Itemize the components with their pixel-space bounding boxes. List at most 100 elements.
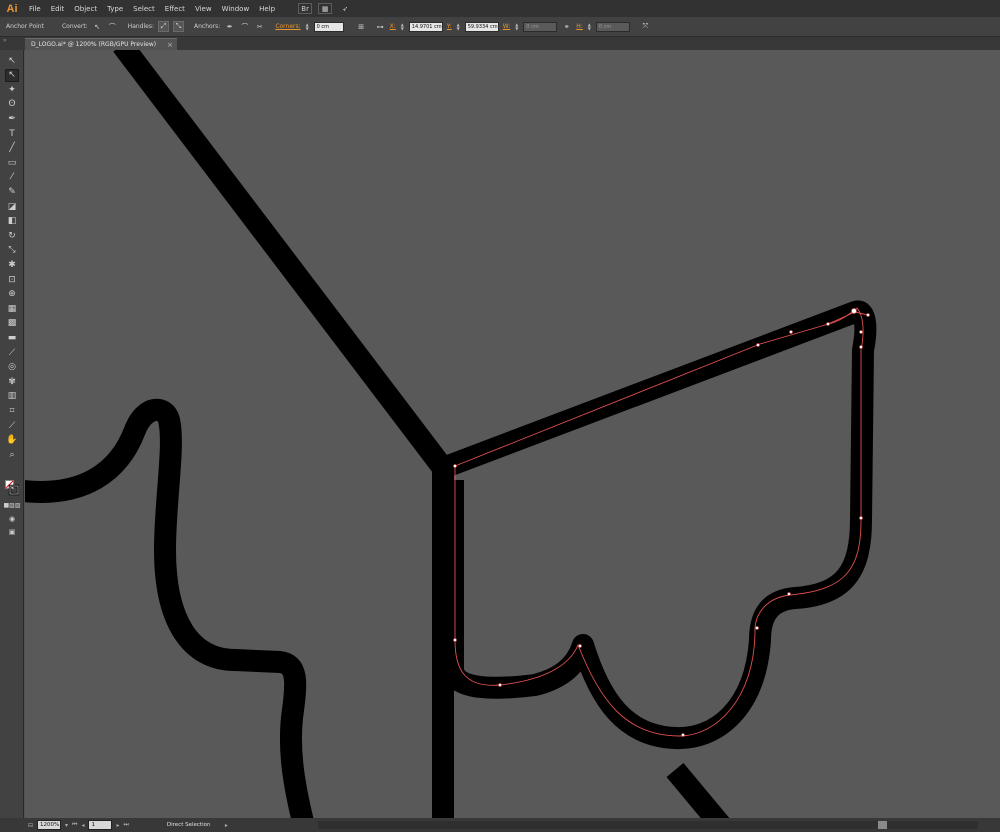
- artboard-tool-icon[interactable]: ⌗: [5, 404, 19, 417]
- x-input[interactable]: 14.9701 cm: [408, 21, 443, 32]
- menu-bar: Ai File Edit Object Type Select Effect V…: [0, 0, 1000, 17]
- artboard-number-field[interactable]: 1: [88, 820, 113, 830]
- menu-view[interactable]: View: [190, 5, 217, 13]
- anchor-point: [755, 626, 759, 630]
- color-mode-icons[interactable]: ■▨▧: [4, 499, 21, 512]
- last-artboard-icon[interactable]: ⏭: [123, 821, 128, 829]
- app-logo: Ai: [6, 2, 18, 15]
- direct-selection-tool-icon[interactable]: ↖: [5, 68, 19, 82]
- document-tab[interactable]: D_LOGO.ai* @ 1200% (RGB/GPU Preview) ×: [25, 38, 177, 50]
- column-graph-tool-icon[interactable]: ▥: [5, 390, 19, 403]
- reference-point-icon[interactable]: ⊞: [356, 21, 367, 32]
- tools-panel: ■▨▧ ◉ ▣ ↖ ↖ ✦ ʘ ✒ T ╱ ▭ ⁄ ✎ ◪ ◧ ↻ ⤡ ✱ ⊡ ⊕ ▦ ▩ ▬ ⟋ ◎ ✾ ▥ ⌗ ⟋ ✋ ⌕: [0, 50, 24, 818]
- gpu-rocket-icon[interactable]: ➶: [338, 3, 352, 14]
- fill-stroke-swatch[interactable]: [5, 478, 19, 498]
- h-label[interactable]: H:: [576, 23, 583, 30]
- anchor-point: [453, 464, 457, 468]
- eyedropper-tool-icon[interactable]: ⟋: [5, 346, 19, 359]
- menu-file[interactable]: File: [24, 5, 46, 13]
- constrain-proportions-icon[interactable]: ⚭: [561, 21, 572, 32]
- pen-tool-icon[interactable]: ✒: [5, 112, 19, 125]
- anchor-point: [859, 330, 863, 334]
- anchor-point: [826, 322, 830, 326]
- selected-path-outline: [454, 307, 864, 737]
- hide-handles-icon[interactable]: ⤡: [173, 21, 185, 32]
- menu-effect[interactable]: Effect: [160, 5, 190, 13]
- pencil-tool-icon[interactable]: ✎: [5, 185, 19, 198]
- arrange-documents-icon[interactable]: ▦: [318, 3, 333, 14]
- artboard-navigator-icon[interactable]: ⊟: [28, 822, 33, 829]
- shape-builder-tool-icon[interactable]: ⊕: [5, 288, 19, 301]
- status-menu-icon[interactable]: ▸: [225, 822, 228, 829]
- convert-to-smooth-icon[interactable]: ⌒: [107, 21, 118, 32]
- free-transform-tool-icon[interactable]: ⊡: [5, 273, 19, 286]
- x-label[interactable]: X:: [390, 23, 396, 30]
- menu-object[interactable]: Object: [69, 5, 102, 13]
- symbol-sprayer-tool-icon[interactable]: ✾: [5, 375, 19, 388]
- y-stepper[interactable]: ▲ ▼: [456, 22, 461, 32]
- h-input[interactable]: 0 cm: [595, 21, 630, 32]
- w-stepper[interactable]: ▲ ▼: [514, 22, 519, 32]
- bridge-icon[interactable]: Br: [298, 3, 313, 14]
- warp-tool-icon[interactable]: ✱: [5, 258, 19, 271]
- type-tool-icon[interactable]: T: [5, 127, 19, 140]
- blob-brush-tool-icon[interactable]: ◪: [5, 200, 19, 213]
- selection-tool-icon[interactable]: ↖: [5, 54, 19, 67]
- anchor-point: [681, 733, 685, 737]
- tool-name-label: Anchor Point: [6, 23, 44, 30]
- first-artboard-icon[interactable]: ⏮: [72, 821, 77, 829]
- perspective-grid-tool-icon[interactable]: ▦: [5, 302, 19, 315]
- line-tool-icon[interactable]: ╱: [5, 142, 19, 155]
- menu-window[interactable]: Window: [217, 5, 255, 13]
- anchor-point: [578, 644, 582, 648]
- mesh-tool-icon[interactable]: ▩: [5, 317, 19, 330]
- y-label[interactable]: Y:: [447, 23, 452, 30]
- control-bar: Anchor Point Convert: ↖ ⌒ Handles: ⤢ ⤡ A…: [0, 17, 1000, 37]
- gradient-tool-icon[interactable]: ▬: [5, 331, 19, 344]
- prev-artboard-icon[interactable]: ◂: [81, 822, 84, 829]
- scale-tool-icon[interactable]: ⤡: [5, 244, 19, 257]
- w-input[interactable]: 0 cm: [523, 21, 558, 32]
- remove-anchor-icon[interactable]: ✒: [224, 21, 235, 32]
- hand-tool-icon[interactable]: ✋: [5, 434, 19, 447]
- align-to-icon[interactable]: ⊶: [375, 21, 386, 32]
- zoom-field[interactable]: 1200%: [37, 820, 62, 830]
- corners-label[interactable]: Corners:: [275, 23, 300, 30]
- y-input[interactable]: 59.9334 cm: [464, 21, 499, 32]
- screen-mode-icon[interactable]: ▣: [5, 525, 19, 538]
- menu-edit[interactable]: Edit: [46, 5, 70, 13]
- show-handles-icon[interactable]: ⤢: [158, 21, 170, 32]
- paintbrush-tool-icon[interactable]: ⁄: [5, 171, 19, 184]
- magic-wand-tool-icon[interactable]: ✦: [5, 83, 19, 96]
- close-icon[interactable]: ×: [167, 41, 177, 49]
- x-stepper[interactable]: ▲ ▼: [400, 22, 405, 32]
- menu-help[interactable]: Help: [254, 5, 280, 13]
- status-bar: ⊟ 1200% ▾ ⏮ ◂ 1 ▸ ⏭ Direct Selection ▸: [0, 818, 1000, 832]
- rotate-tool-icon[interactable]: ↻: [5, 229, 19, 242]
- handles-label: Handles:: [127, 23, 155, 30]
- artwork-svg: [25, 50, 877, 818]
- slice-tool-icon[interactable]: ⟋: [5, 419, 19, 432]
- corners-stepper[interactable]: ▲ ▼: [305, 22, 310, 32]
- connect-anchors-icon[interactable]: ⌒: [239, 21, 250, 32]
- w-label[interactable]: W:: [503, 23, 511, 30]
- cut-path-icon[interactable]: ✂: [254, 21, 265, 32]
- artboard-canvas[interactable]: [25, 50, 1000, 818]
- corners-input[interactable]: 0 cm: [313, 21, 344, 32]
- blend-tool-icon[interactable]: ◎: [5, 361, 19, 374]
- lasso-tool-icon[interactable]: ʘ: [5, 98, 19, 111]
- drawing-mode-icon[interactable]: ◉: [5, 512, 19, 525]
- scrollbar-thumb[interactable]: [878, 821, 887, 829]
- menu-select[interactable]: Select: [128, 5, 160, 13]
- h-stepper[interactable]: ▲ ▼: [587, 22, 592, 32]
- rectangle-tool-icon[interactable]: ▭: [5, 156, 19, 169]
- next-artboard-icon[interactable]: ▸: [116, 822, 119, 829]
- convert-to-corner-icon[interactable]: ↖: [92, 21, 103, 32]
- transform-icon[interactable]: ⤧: [640, 21, 651, 32]
- horizontal-scrollbar[interactable]: [318, 821, 978, 829]
- eraser-tool-icon[interactable]: ◧: [5, 215, 19, 228]
- zoom-tool-icon[interactable]: ⌕: [5, 448, 19, 461]
- zoom-dropdown-icon[interactable]: ▾: [65, 822, 68, 829]
- panel-collapse-icon[interactable]: »: [0, 37, 24, 50]
- menu-type[interactable]: Type: [102, 5, 128, 13]
